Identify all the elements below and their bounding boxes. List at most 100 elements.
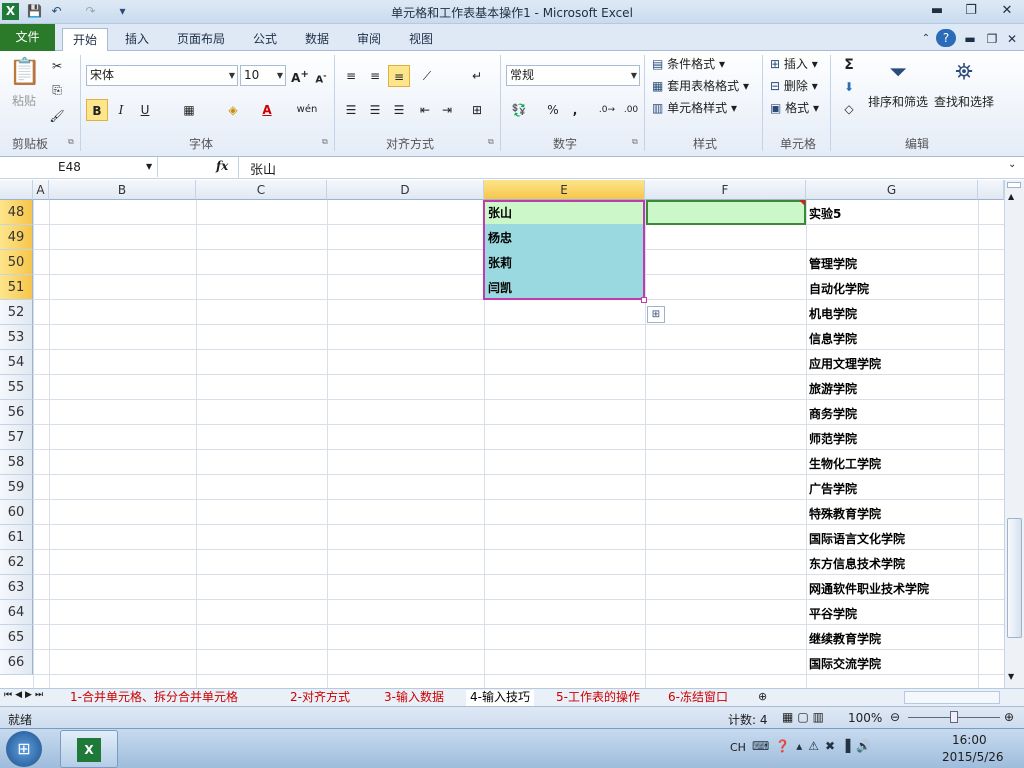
orientation-icon[interactable]: ⟋ [416,65,438,87]
cell-g[interactable]: 师范学院 [806,430,978,448]
clear-icon[interactable]: ◇ [838,98,860,120]
scroll-up-icon[interactable]: ▲ [1008,192,1014,201]
select-all-corner[interactable] [0,180,33,200]
delete-cells-button[interactable]: ⊟ 删除 ▾ [770,76,818,96]
sheet-tab-4[interactable]: 4-输入技巧 [466,690,534,706]
comma-button[interactable]: , [564,99,586,121]
sheet-tab-1[interactable]: 1-合并单元格、拆分合并单元格 [66,690,242,706]
phonetic-icon[interactable]: wén [296,99,318,121]
font-color-icon[interactable]: A [256,99,278,121]
cell-g[interactable]: 应用文理学院 [806,355,978,373]
tab-insert[interactable]: 插入 [116,28,158,51]
paste-button[interactable]: 粘贴 [12,91,36,111]
underline-button[interactable]: U [134,99,156,121]
doc-close-icon[interactable]: ✕ [1004,28,1020,51]
auto-fill-options-icon[interactable]: ⊞ [647,306,665,323]
alignment-launcher-icon[interactable]: ⧉ [488,137,494,147]
row-header[interactable]: 53 [0,325,33,350]
zoom-thumb[interactable] [950,711,958,723]
align-top-icon[interactable]: ≡ [340,65,362,87]
row-header[interactable]: 52 [0,300,33,325]
column-header-e[interactable]: E [484,180,645,200]
new-sheet-icon[interactable]: ⊕ [758,690,767,703]
cell-g[interactable]: 管理学院 [806,255,978,273]
zoom-level[interactable]: 100% [848,711,882,725]
increase-indent-icon[interactable]: ⇥ [436,99,458,121]
minimize-button[interactable]: ▬ [926,2,948,20]
shrink-font-icon[interactable]: A- [310,64,332,86]
cell-g[interactable]: 东方信息技术学院 [806,555,978,573]
number-format-combo[interactable]: 常规 ▼ [506,65,640,86]
sheet-nav-icon[interactable]: ⏮◀▶⏭ [4,690,46,700]
wrap-text-icon[interactable]: ↵ [466,65,488,87]
view-buttons-icon[interactable]: ▦▢▥ [782,710,828,724]
sort-filter-button[interactable]: 排序和筛选 [868,92,928,112]
accounting-icon[interactable]: 💱 [508,99,530,121]
cell-g[interactable]: 实验5 [806,205,978,223]
column-header-h[interactable] [978,180,1004,200]
cell-styles-button[interactable]: ▥ 单元格样式 ▾ [652,98,737,118]
zoom-in-icon[interactable]: ⊕ [1004,710,1014,724]
row-header[interactable]: 57 [0,425,33,450]
decrease-decimal-icon[interactable]: .00 [620,99,642,121]
cell-g[interactable]: 旅游学院 [806,380,978,398]
italic-button[interactable]: I [110,99,132,121]
row-header[interactable]: 66 [0,650,33,675]
copy-icon[interactable]: ⎘ [46,79,68,101]
row-header[interactable]: 59 [0,475,33,500]
cell-g[interactable]: 商务学院 [806,405,978,423]
zoom-out-icon[interactable]: ⊖ [890,710,900,724]
language-indicator[interactable]: CH [730,741,746,754]
column-header-g[interactable]: G [806,180,978,200]
cell-e[interactable]: 闫凯 [485,279,641,297]
cell-g[interactable]: 广告学院 [806,480,978,498]
find-select-button[interactable]: 查找和选择 [934,92,994,112]
column-header-d[interactable]: D [327,180,484,200]
format-cells-button[interactable]: ▣ 格式 ▾ [770,98,819,118]
row-header[interactable]: 54 [0,350,33,375]
taskbar-excel-button[interactable]: X [60,730,118,768]
cut-icon[interactable]: ✂ [46,55,68,77]
doc-minimize-icon[interactable]: ▬ [962,28,978,51]
tray-icons[interactable]: ⌨❓▴⚠✖▐🔊 [752,739,877,753]
clipboard-launcher-icon[interactable]: ⧉ [68,137,74,147]
name-box[interactable]: E48 ▼ [0,157,158,177]
fill-handle[interactable] [641,297,647,303]
grow-font-icon[interactable]: A+ [289,64,311,86]
tab-home[interactable]: 开始 [62,28,108,51]
font-launcher-icon[interactable]: ⧉ [322,137,328,147]
borders-icon[interactable]: ▦ [178,99,200,121]
sheet-tab-6[interactable]: 6-冻结窗口 [664,690,732,706]
tab-formulas[interactable]: 公式 [244,28,286,51]
sheet-tab-3[interactable]: 3-输入数据 [380,690,448,706]
tab-view[interactable]: 视图 [400,28,442,51]
cell-g[interactable]: 平谷学院 [806,605,978,623]
row-header[interactable]: 64 [0,600,33,625]
number-launcher-icon[interactable]: ⧉ [632,137,638,147]
worksheet-grid[interactable]: A B C D E F G 48 49 50 51 52 53 54 55 56 57 58 59 60… [0,180,1004,688]
tab-review[interactable]: 审阅 [348,28,390,51]
align-center-icon[interactable]: ☰ [364,99,386,121]
row-header[interactable]: 63 [0,575,33,600]
fill-icon[interactable]: ⬇ [838,76,860,98]
row-header[interactable]: 56 [0,400,33,425]
column-header-c[interactable]: C [196,180,327,200]
cell-g[interactable]: 国际语言文化学院 [806,530,978,548]
ribbon-collapse-icon[interactable]: ⌃ [918,28,934,51]
doc-restore-icon[interactable]: ❐ [984,28,1000,51]
vertical-scrollbar[interactable]: ▲ ▼ [1004,180,1024,688]
row-header[interactable]: 65 [0,625,33,650]
bold-button[interactable]: B [86,99,108,121]
tab-file[interactable]: 文件 [0,24,55,51]
row-header[interactable]: 48 [0,200,33,225]
format-as-table-button[interactable]: ▦ 套用表格格式 ▾ [652,76,749,96]
align-right-icon[interactable]: ☰ [388,99,410,121]
close-button[interactable]: ✕ [996,2,1018,20]
horizontal-scrollbar[interactable] [904,691,1000,704]
column-header-f[interactable]: F [645,180,806,200]
column-header-a[interactable]: A [33,180,49,200]
sort-filter-icon[interactable]: ⏷ [880,55,916,91]
font-name-combo[interactable]: 宋体 ▼ [86,65,238,86]
fill-color-icon[interactable]: ◈ [222,99,244,121]
format-painter-icon[interactable]: 🖌 [46,105,68,127]
